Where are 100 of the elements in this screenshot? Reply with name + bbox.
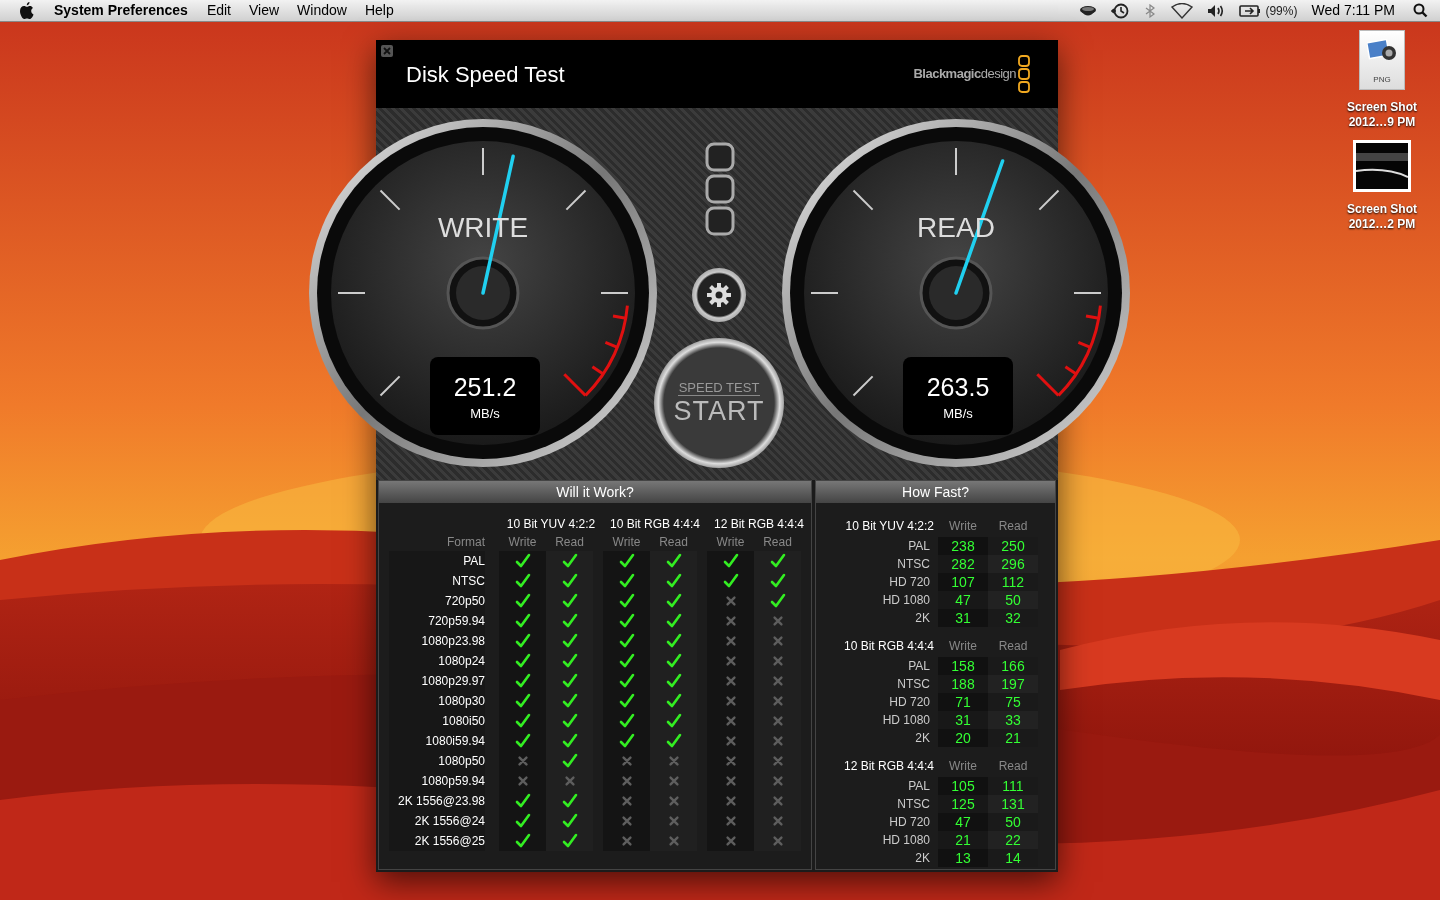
column-header: Read — [658, 534, 689, 551]
format-label: NTSC — [896, 676, 931, 693]
column-header: Write — [948, 518, 978, 535]
file-type-label: PNG — [1373, 74, 1391, 86]
menu-item[interactable]: Help — [364, 0, 394, 21]
write-speed: 282 — [938, 555, 988, 573]
column-group-header: 10 Bit RGB 4:4:4 — [608, 516, 701, 533]
format-label: 1080i50 — [389, 711, 485, 731]
write-speed: 31 — [938, 711, 988, 729]
format-label: NTSC — [896, 556, 931, 573]
wifi-icon[interactable] — [1171, 2, 1194, 19]
format-label: HD 720 — [888, 694, 931, 711]
menu-item[interactable]: Window — [297, 0, 347, 21]
format-label: HD 1080 — [881, 592, 931, 609]
file-name[interactable]: 2012…2 PM — [1348, 217, 1416, 232]
file-icon[interactable]: PNG — [1359, 30, 1405, 90]
column-header: Write — [507, 534, 538, 551]
format-label: 2K — [914, 850, 931, 867]
speed-value: 263.5 — [926, 373, 990, 401]
write-speed: 47 — [938, 591, 988, 609]
format-label: PAL — [907, 778, 931, 795]
battery-icon[interactable] — [1239, 4, 1262, 17]
format-label: 1080p30 — [389, 691, 485, 711]
format-label: 2K — [914, 610, 931, 627]
write-speed: 31 — [938, 609, 988, 627]
write-speed: 238 — [938, 537, 988, 555]
clock-icon[interactable] — [1111, 2, 1130, 19]
format-label: 2K 1556@23.98 — [389, 791, 485, 811]
format-label: HD 720 — [888, 574, 931, 591]
column-header: Write — [948, 638, 978, 655]
format-label: HD 1080 — [881, 712, 931, 729]
panel-header: Will it Work? — [379, 481, 811, 503]
read-speed: 22 — [988, 831, 1038, 849]
write-speed: 125 — [938, 795, 988, 813]
write-speed: 20 — [938, 729, 988, 747]
column-header: Read — [997, 638, 1029, 655]
format-label: NTSC — [896, 796, 931, 813]
write-speed: 21 — [938, 831, 988, 849]
start-button[interactable]: SPEED TEST START — [654, 338, 784, 468]
write-speed: 105 — [938, 777, 988, 795]
column-header: Write — [611, 534, 642, 551]
write-speed: 158 — [938, 657, 988, 675]
format-label: 1080p23.98 — [389, 631, 485, 651]
menu-item[interactable]: Edit — [206, 0, 231, 21]
volume-icon[interactable] — [1207, 3, 1226, 18]
close-button[interactable] — [381, 45, 393, 57]
format-label: NTSC — [389, 571, 485, 591]
format-label: HD 1080 — [881, 832, 931, 849]
format-label: 2K — [914, 730, 931, 747]
settings-button[interactable] — [692, 268, 746, 322]
column-group-header: 12 Bit RGB 4:4:4 — [712, 516, 805, 533]
format-label: PAL — [907, 658, 931, 675]
column-group-header: 10 Bit YUV 4:2:2 — [505, 516, 597, 533]
format-label: 720p59.94 — [389, 611, 485, 631]
format-label: 1080p50 — [389, 751, 485, 771]
format-label: HD 720 — [888, 814, 931, 831]
format-label: PAL — [907, 538, 931, 555]
write-speed: 13 — [938, 849, 988, 867]
menu-item[interactable]: View — [249, 0, 280, 21]
write-speed: 47 — [938, 813, 988, 831]
logo-icon — [1018, 55, 1030, 93]
format-label: 1080p24 — [389, 651, 485, 671]
column-header: Read — [997, 758, 1029, 775]
gear-icon — [706, 282, 732, 308]
column-header: Read — [762, 534, 793, 551]
column-header: Format — [446, 534, 485, 551]
format-label: 1080p29.97 — [389, 671, 485, 691]
speed-unit: MB/s — [470, 407, 500, 421]
file-name[interactable]: Screen Shot — [1347, 100, 1417, 115]
clock-text[interactable]: Wed 7:11 PM — [1311, 0, 1395, 21]
battery-percent: (99%) — [1265, 2, 1298, 20]
read-speed: 50 — [988, 591, 1038, 609]
speed-unit: MB/s — [943, 407, 973, 421]
group-header: 12 Bit RGB 4:4:4 — [842, 758, 935, 775]
close-icon — [383, 47, 391, 55]
column-header: Write — [948, 758, 978, 775]
photo-icon — [1367, 39, 1397, 63]
read-speed: 296 — [988, 555, 1038, 573]
format-label: PAL — [389, 551, 485, 571]
group-header: 10 Bit RGB 4:4:4 — [842, 638, 935, 655]
format-label: 2K 1556@24 — [389, 811, 485, 831]
column-header: Write — [715, 534, 746, 551]
cup-icon[interactable] — [1079, 3, 1098, 18]
read-speed: 131 — [988, 795, 1038, 813]
format-label: 1080p59.94 — [389, 771, 485, 791]
image-thumbnail[interactable] — [1353, 140, 1411, 192]
file-name[interactable]: 2012…9 PM — [1348, 115, 1416, 130]
read-speed: 33 — [988, 711, 1038, 729]
logo-text: Blackmagicdesign — [913, 65, 1016, 84]
format-label: 1080i59.94 — [389, 731, 485, 751]
file-name[interactable]: Screen Shot — [1347, 202, 1417, 217]
panel-header: How Fast? — [816, 481, 1055, 503]
format-label: 720p50 — [389, 591, 485, 611]
read-speed: 197 — [988, 675, 1038, 693]
write-speed: 107 — [938, 573, 988, 591]
search-icon[interactable] — [1413, 3, 1428, 18]
apple-icon[interactable] — [19, 1, 35, 20]
column-header: Read — [554, 534, 585, 551]
menu-item[interactable]: System Preferences — [54, 0, 188, 21]
column-header: Read — [997, 518, 1029, 535]
